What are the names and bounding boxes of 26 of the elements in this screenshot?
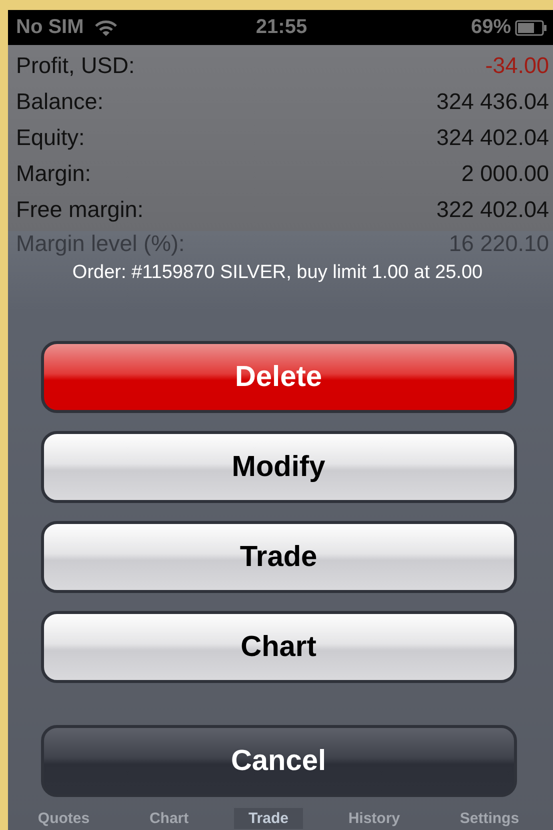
account-value: -34.00 (485, 53, 549, 79)
tab-item[interactable]: History (334, 808, 414, 828)
account-value: 2 000.00 (461, 161, 549, 187)
carrier-label: No SIM (16, 16, 84, 39)
tab-item[interactable]: Trade (234, 808, 302, 828)
account-label: Margin: (16, 161, 92, 187)
account-value: 324 402.04 (436, 125, 549, 151)
action-button[interactable]: Chart (40, 611, 516, 683)
battery-icon (515, 20, 547, 36)
action-button[interactable]: Modify (40, 431, 516, 503)
tab-item[interactable]: Chart (135, 808, 203, 828)
clock-time: 21:55 (256, 16, 308, 39)
account-label: Equity: (16, 125, 85, 151)
sheet-title: Order: #1159870 SILVER, buy limit 1.00 at 25.00 (71, 261, 484, 285)
battery-percent: 69% (470, 16, 511, 39)
account-value: 322 402.04 (436, 197, 549, 223)
account-label: Balance: (16, 89, 104, 115)
action-button[interactable]: Cancel (40, 725, 516, 797)
account-label: Free margin: (16, 197, 144, 223)
action-button[interactable]: Trade (40, 521, 516, 593)
tab-item[interactable]: Quotes (24, 808, 104, 828)
account-label: Profit, USD: (16, 53, 135, 79)
action-button[interactable]: Delete (40, 341, 516, 413)
tab-item[interactable]: Settings (446, 808, 534, 828)
wifi-icon (94, 18, 118, 36)
account-value: 324 436.04 (436, 89, 549, 115)
